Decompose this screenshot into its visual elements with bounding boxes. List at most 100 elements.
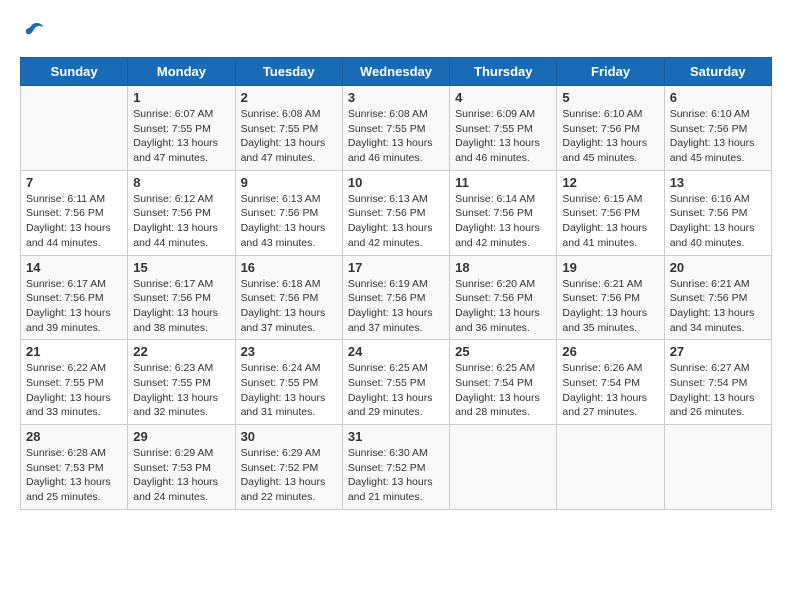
day-header-wednesday: Wednesday (342, 58, 449, 86)
calendar-cell: 16Sunrise: 6:18 AMSunset: 7:56 PMDayligh… (235, 255, 342, 340)
cell-info-text: Sunrise: 6:10 AMSunset: 7:56 PMDaylight:… (562, 107, 658, 166)
cell-date-number: 29 (133, 429, 229, 444)
cell-date-number: 10 (348, 175, 444, 190)
cell-date-number: 17 (348, 260, 444, 275)
calendar-cell: 29 Sunrise: 6:29 AMSunset: 7:53 PMDayligh… (128, 425, 235, 510)
calendar-cell: 21 Sunrise: 6:22 AMSunset: 7:55 PMDayligh… (21, 340, 128, 425)
day-header-monday: Monday (128, 58, 235, 86)
cell-info-text: Sunrise: 6:21 AMSunset: 7:56 PMDaylight:… (562, 277, 658, 336)
cell-info-text: Sunrise: 6:29 AMSunset: 7:53 PMDaylight:… (133, 446, 229, 505)
cell-info-text: Sunrise: 6:13 AMSunset: 7:56 PMDaylight:… (241, 192, 337, 251)
calendar-cell: 25 Sunrise: 6:25 AMSunset: 7:54 PMDayligh… (450, 340, 557, 425)
cell-info-text: Sunrise: 6:11 AMSunset: 7:56 PMDaylight:… (26, 192, 122, 251)
calendar-cell: 23Sunrise: 6:24 AMSunset: 7:55 PMDayligh… (235, 340, 342, 425)
day-header-sunday: Sunday (21, 58, 128, 86)
day-header-thursday: Thursday (450, 58, 557, 86)
day-header-saturday: Saturday (664, 58, 771, 86)
cell-date-number: 3 (348, 90, 444, 105)
cell-date-number: 23 (241, 344, 337, 359)
calendar-cell: 14 Sunrise: 6:17 AMSunset: 7:56 PMDayligh… (21, 255, 128, 340)
cell-date-number: 27 (670, 344, 766, 359)
calendar-cell: 12Sunrise: 6:15 AMSunset: 7:56 PMDayligh… (557, 170, 664, 255)
cell-date-number: 21 (26, 344, 122, 359)
calendar-cell: 5 Sunrise: 6:10 AMSunset: 7:56 PMDaylight… (557, 86, 664, 171)
calendar-cell: 10 Sunrise: 6:13 AMSunset: 7:56 PMDayligh… (342, 170, 449, 255)
calendar-cell (557, 425, 664, 510)
calendar-cell: 8Sunrise: 6:12 AMSunset: 7:56 PMDaylight… (128, 170, 235, 255)
cell-date-number: 16 (241, 260, 337, 275)
cell-info-text: Sunrise: 6:26 AMSunset: 7:54 PMDaylight:… (562, 361, 658, 420)
calendar-cell: 24 Sunrise: 6:25 AMSunset: 7:55 PMDayligh… (342, 340, 449, 425)
calendar-cell: 6 Sunrise: 6:10 AMSunset: 7:56 PMDaylight… (664, 86, 771, 171)
cell-info-text: Sunrise: 6:25 AMSunset: 7:55 PMDaylight:… (348, 361, 444, 420)
week-row-3: 14 Sunrise: 6:17 AMSunset: 7:56 PMDayligh… (21, 255, 772, 340)
calendar-cell: 26 Sunrise: 6:26 AMSunset: 7:54 PMDayligh… (557, 340, 664, 425)
cell-date-number: 26 (562, 344, 658, 359)
calendar-cell: 20 Sunrise: 6:21 AMSunset: 7:56 PMDayligh… (664, 255, 771, 340)
day-header-tuesday: Tuesday (235, 58, 342, 86)
cell-info-text: Sunrise: 6:20 AMSunset: 7:56 PMDaylight:… (455, 277, 551, 336)
cell-info-text: Sunrise: 6:21 AMSunset: 7:56 PMDaylight:… (670, 277, 766, 336)
cell-date-number: 6 (670, 90, 766, 105)
cell-date-number: 24 (348, 344, 444, 359)
calendar-cell: 2 Sunrise: 6:08 AMSunset: 7:55 PMDaylight… (235, 86, 342, 171)
calendar-cell: 1Sunrise: 6:07 AMSunset: 7:55 PMDaylight… (128, 86, 235, 171)
week-row-2: 7Sunrise: 6:11 AMSunset: 7:56 PMDaylight… (21, 170, 772, 255)
cell-info-text: Sunrise: 6:08 AMSunset: 7:55 PMDaylight:… (241, 107, 337, 166)
calendar-cell: 3 Sunrise: 6:08 AMSunset: 7:55 PMDaylight… (342, 86, 449, 171)
week-row-1: 1Sunrise: 6:07 AMSunset: 7:55 PMDaylight… (21, 86, 772, 171)
cell-info-text: Sunrise: 6:10 AMSunset: 7:56 PMDaylight:… (670, 107, 766, 166)
cell-date-number: 5 (562, 90, 658, 105)
cell-info-text: Sunrise: 6:08 AMSunset: 7:55 PMDaylight:… (348, 107, 444, 166)
calendar-table: SundayMondayTuesdayWednesdayThursdayFrid… (20, 57, 772, 510)
cell-info-text: Sunrise: 6:19 AMSunset: 7:56 PMDaylight:… (348, 277, 444, 336)
cell-date-number: 15 (133, 260, 229, 275)
cell-date-number: 31 (348, 429, 444, 444)
cell-date-number: 30 (241, 429, 337, 444)
page-header (20, 20, 772, 47)
calendar-cell: 27 Sunrise: 6:27 AMSunset: 7:54 PMDayligh… (664, 340, 771, 425)
cell-info-text: Sunrise: 6:17 AMSunset: 7:56 PMDaylight:… (26, 277, 122, 336)
calendar-cell: 19 Sunrise: 6:21 AMSunset: 7:56 PMDayligh… (557, 255, 664, 340)
calendar-cell (664, 425, 771, 510)
calendar-cell: 7Sunrise: 6:11 AMSunset: 7:56 PMDaylight… (21, 170, 128, 255)
logo (20, 20, 44, 47)
cell-date-number: 9 (241, 175, 337, 190)
cell-info-text: Sunrise: 6:12 AMSunset: 7:56 PMDaylight:… (133, 192, 229, 251)
cell-info-text: Sunrise: 6:14 AMSunset: 7:56 PMDaylight:… (455, 192, 551, 251)
cell-date-number: 25 (455, 344, 551, 359)
cell-info-text: Sunrise: 6:07 AMSunset: 7:55 PMDaylight:… (133, 107, 229, 166)
cell-date-number: 2 (241, 90, 337, 105)
calendar-cell: 11 Sunrise: 6:14 AMSunset: 7:56 PMDayligh… (450, 170, 557, 255)
cell-date-number: 28 (26, 429, 122, 444)
cell-info-text: Sunrise: 6:13 AMSunset: 7:56 PMDaylight:… (348, 192, 444, 251)
calendar-cell: 28 Sunrise: 6:28 AMSunset: 7:53 PMDayligh… (21, 425, 128, 510)
calendar-cell (450, 425, 557, 510)
cell-date-number: 18 (455, 260, 551, 275)
day-header-friday: Friday (557, 58, 664, 86)
cell-date-number: 20 (670, 260, 766, 275)
calendar-cell: 13Sunrise: 6:16 AMSunset: 7:56 PMDayligh… (664, 170, 771, 255)
cell-info-text: Sunrise: 6:22 AMSunset: 7:55 PMDaylight:… (26, 361, 122, 420)
cell-info-text: Sunrise: 6:28 AMSunset: 7:53 PMDaylight:… (26, 446, 122, 505)
logo-bird-icon (22, 20, 44, 42)
week-row-5: 28 Sunrise: 6:28 AMSunset: 7:53 PMDayligh… (21, 425, 772, 510)
cell-info-text: Sunrise: 6:30 AMSunset: 7:52 PMDaylight:… (348, 446, 444, 505)
header-row: SundayMondayTuesdayWednesdayThursdayFrid… (21, 58, 772, 86)
calendar-cell: 15 Sunrise: 6:17 AMSunset: 7:56 PMDayligh… (128, 255, 235, 340)
cell-info-text: Sunrise: 6:25 AMSunset: 7:54 PMDaylight:… (455, 361, 551, 420)
week-row-4: 21 Sunrise: 6:22 AMSunset: 7:55 PMDayligh… (21, 340, 772, 425)
cell-date-number: 14 (26, 260, 122, 275)
cell-date-number: 12 (562, 175, 658, 190)
cell-date-number: 11 (455, 175, 551, 190)
cell-info-text: Sunrise: 6:23 AMSunset: 7:55 PMDaylight:… (133, 361, 229, 420)
cell-date-number: 19 (562, 260, 658, 275)
calendar-cell: 17 Sunrise: 6:19 AMSunset: 7:56 PMDayligh… (342, 255, 449, 340)
cell-info-text: Sunrise: 6:17 AMSunset: 7:56 PMDaylight:… (133, 277, 229, 336)
cell-date-number: 13 (670, 175, 766, 190)
calendar-cell: 4Sunrise: 6:09 AMSunset: 7:55 PMDaylight… (450, 86, 557, 171)
cell-info-text: Sunrise: 6:29 AMSunset: 7:52 PMDaylight:… (241, 446, 337, 505)
cell-info-text: Sunrise: 6:09 AMSunset: 7:55 PMDaylight:… (455, 107, 551, 166)
cell-info-text: Sunrise: 6:27 AMSunset: 7:54 PMDaylight:… (670, 361, 766, 420)
calendar-cell: 22Sunrise: 6:23 AMSunset: 7:55 PMDayligh… (128, 340, 235, 425)
